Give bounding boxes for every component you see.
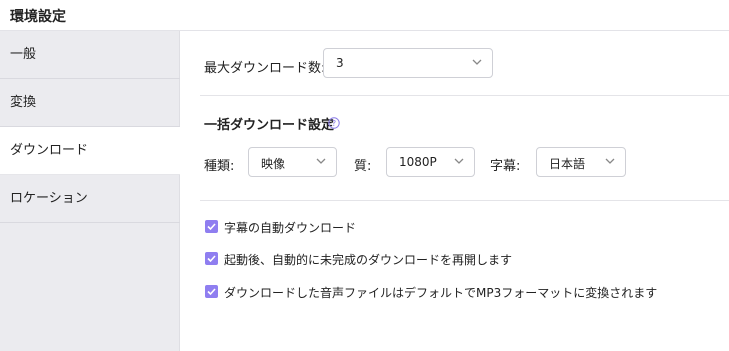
sidebar-item-label: ダウンロード bbox=[10, 143, 89, 158]
window-header: 環境設定 bbox=[0, 0, 729, 31]
divider bbox=[200, 95, 729, 96]
chevron-down-icon bbox=[454, 158, 464, 164]
chevron-down-icon bbox=[472, 59, 482, 65]
max-downloads-label: 最大ダウンロード数: bbox=[204, 61, 326, 76]
auto-subtitle-label: 字幕の自動ダウンロード bbox=[224, 221, 357, 235]
max-downloads-select[interactable]: 3 bbox=[323, 48, 493, 78]
question-circle-icon[interactable]: ? bbox=[328, 117, 340, 129]
type-select[interactable]: 映像 bbox=[248, 147, 337, 177]
checkmark-icon bbox=[207, 288, 216, 296]
sidebar-item-download[interactable]: ダウンロード bbox=[0, 127, 180, 175]
checkmark-icon bbox=[207, 255, 216, 263]
sidebar: 一般 変換 ダウンロード ロケーション bbox=[0, 31, 180, 351]
chevron-down-icon bbox=[316, 158, 326, 164]
type-value: 映像 bbox=[261, 157, 286, 171]
max-downloads-value: 3 bbox=[336, 56, 344, 70]
checkmark-icon bbox=[207, 223, 216, 231]
sidebar-item-label: ロケーション bbox=[10, 191, 88, 206]
svg-text:?: ? bbox=[332, 119, 336, 128]
page-title: 環境設定 bbox=[10, 9, 66, 25]
batch-download-title: 一括ダウンロード設定 bbox=[204, 118, 335, 133]
quality-select[interactable]: 1080P bbox=[386, 147, 475, 177]
quality-label: 質: bbox=[354, 159, 372, 174]
resume-downloads-label: 起動後、自動的に未完成のダウンロードを再開します bbox=[224, 253, 513, 267]
subtitle-value: 日本語 bbox=[549, 157, 586, 171]
subtitle-select[interactable]: 日本語 bbox=[536, 147, 626, 177]
convert-mp3-checkbox[interactable] bbox=[205, 285, 218, 298]
type-label: 種類: bbox=[204, 159, 235, 174]
sidebar-item-location[interactable]: ロケーション bbox=[0, 175, 180, 223]
sidebar-item-convert[interactable]: 変換 bbox=[0, 79, 180, 127]
chevron-down-icon bbox=[605, 158, 615, 164]
auto-subtitle-checkbox[interactable] bbox=[205, 220, 218, 233]
settings-panel: 最大ダウンロード数: 3 一括ダウンロード設定 ? 種類: 映像 質: 1080… bbox=[180, 31, 729, 351]
divider bbox=[200, 200, 729, 201]
sidebar-item-label: 一般 bbox=[10, 47, 37, 62]
quality-value: 1080P bbox=[399, 155, 437, 169]
sidebar-item-label: 変換 bbox=[10, 95, 37, 110]
resume-downloads-checkbox[interactable] bbox=[205, 252, 218, 265]
subtitle-label: 字幕: bbox=[490, 159, 521, 174]
sidebar-item-general[interactable]: 一般 bbox=[0, 31, 180, 79]
convert-mp3-label: ダウンロードした音声ファイルはデフォルトでMP3フォーマットに変換されます bbox=[224, 286, 658, 300]
